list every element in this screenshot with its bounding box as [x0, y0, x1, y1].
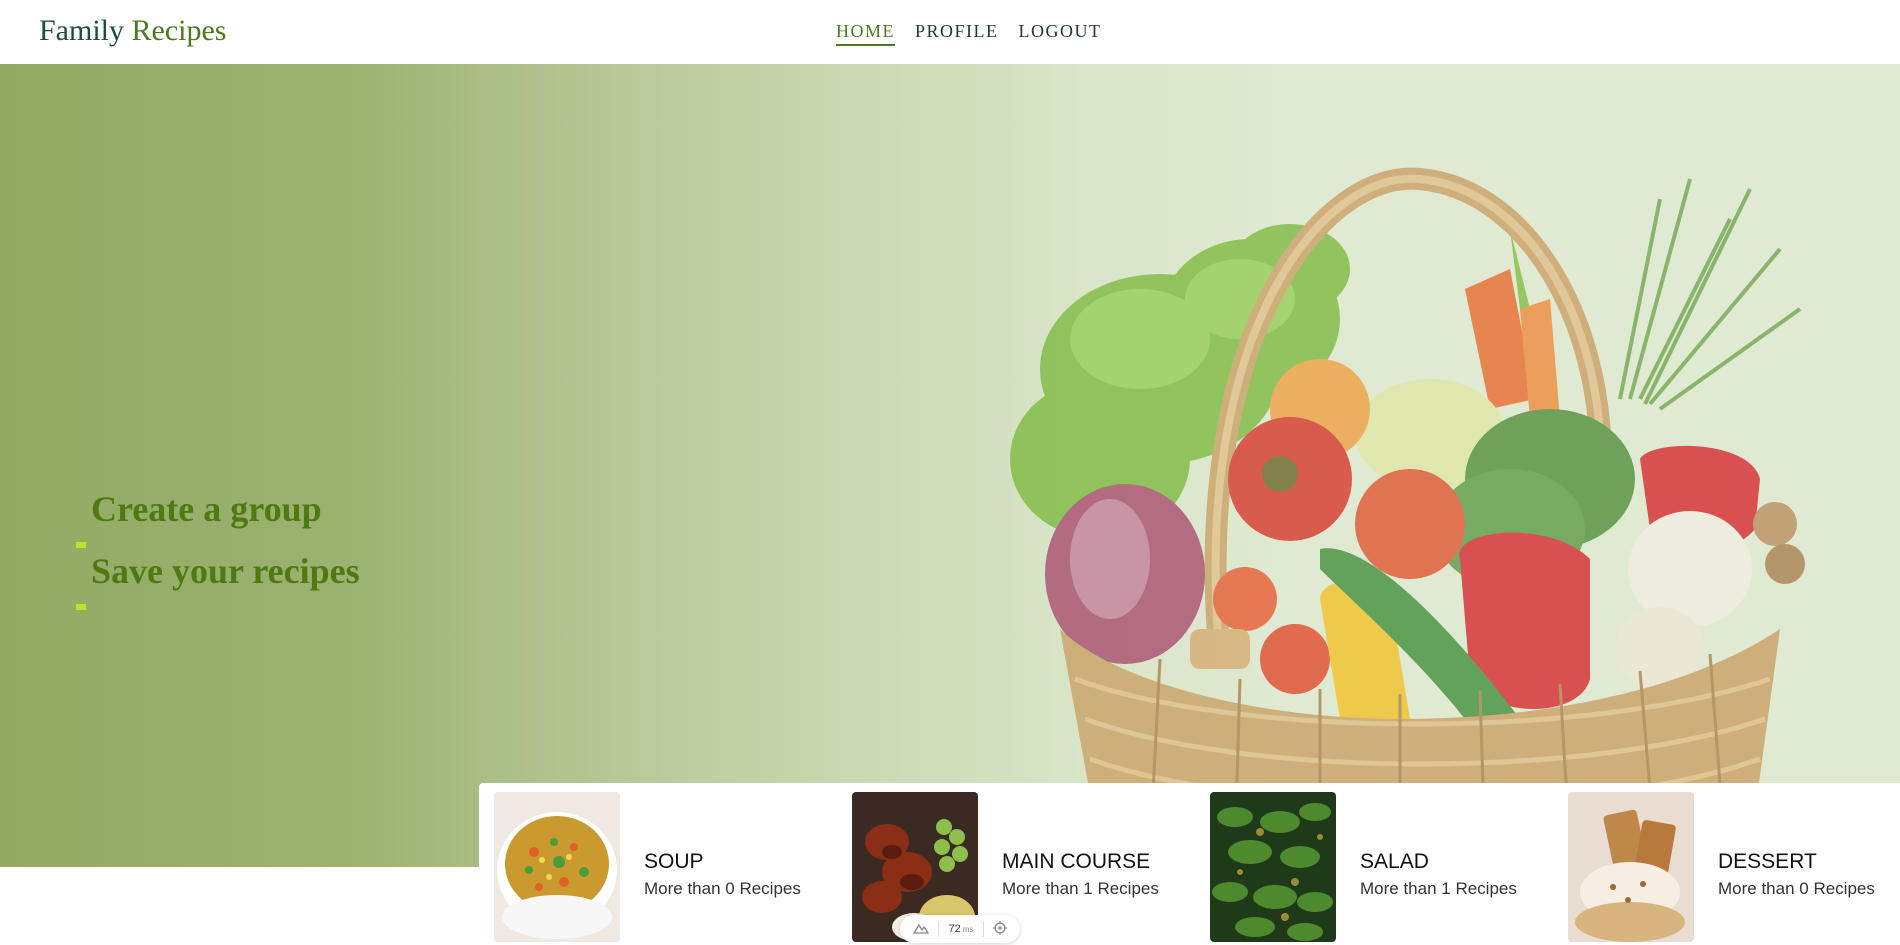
category-title: MAIN COURSE	[1002, 850, 1151, 873]
category-recipe-count: More than 1 Recipes	[1360, 879, 1517, 898]
tagline-create-group: Create a group	[74, 487, 360, 549]
toolbar-divider	[982, 921, 984, 937]
render-timing-unit: ms	[962, 925, 974, 934]
tagline-text: Save your recipes	[91, 551, 360, 591]
hero-banner: Create a group Save your recipes	[0, 64, 1900, 867]
hero-taglines: Create a group Save your recipes	[74, 487, 360, 611]
soup-thumbnail	[494, 792, 620, 942]
top-navbar: Family Recipes HOME PROFILE LOGOUT	[0, 0, 1900, 64]
nuxt-devtools-icon[interactable]	[912, 922, 929, 937]
brand-name-family: Family	[39, 14, 125, 47]
salad-thumbnail	[1210, 792, 1336, 942]
category-title: SALAD	[1360, 850, 1429, 873]
tagline-save-recipes: Save your recipes	[74, 549, 360, 611]
nav-home-link[interactable]: HOME	[836, 20, 895, 46]
render-timing-value: 72	[948, 923, 961, 935]
category-title: DESSERT	[1718, 850, 1817, 873]
category-recipe-count: More than 0 Recipes	[644, 879, 801, 898]
dev-toolbar-pill[interactable]: 72 ms	[900, 915, 1020, 943]
render-timing: 72 ms	[949, 923, 974, 935]
tagline-dash-marker	[76, 604, 86, 610]
category-bar: SOUP More than 0 Recipes MAIN COURSE Mor…	[479, 783, 1900, 945]
dessert-thumbnail	[1568, 792, 1694, 942]
inspect-target-icon[interactable]	[993, 920, 1008, 938]
tagline-text: Create a group	[91, 489, 322, 529]
tagline-dash-marker	[76, 542, 86, 548]
nav-profile-link[interactable]: PROFILE	[915, 20, 999, 46]
vegetable-basket-illustration	[1010, 167, 1805, 849]
toolbar-divider	[938, 921, 940, 937]
category-recipe-count: More than 0 Recipes	[1718, 879, 1875, 898]
brand-name-recipes: Recipes	[131, 14, 227, 47]
category-title: SOUP	[644, 850, 704, 873]
nav-logout-link[interactable]: LOGOUT	[1019, 20, 1102, 46]
main-nav: HOME PROFILE LOGOUT	[836, 20, 1102, 46]
brand-logo[interactable]: Family Recipes	[39, 13, 226, 49]
category-recipe-count: More than 1 Recipes	[1002, 879, 1159, 898]
